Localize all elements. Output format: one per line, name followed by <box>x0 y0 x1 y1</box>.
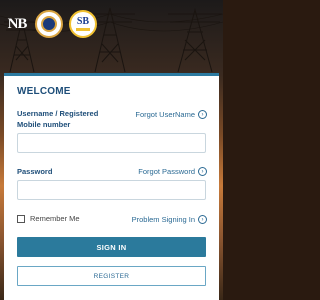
forgot-username-link[interactable]: Forgot UserName › <box>135 110 207 119</box>
problem-signing-in-link[interactable]: Problem Signing In › <box>132 215 207 224</box>
remember-me-label: Remember Me <box>30 214 80 223</box>
password-label: Password <box>17 167 53 176</box>
arrow-circle-icon: › <box>198 167 207 176</box>
welcome-heading: WELCOME <box>17 86 71 97</box>
remember-me-checkbox[interactable] <box>17 214 25 223</box>
forgot-username-text: Forgot UserName <box>135 110 195 119</box>
arrow-circle-icon: › <box>198 110 207 119</box>
nb-logo-text: NB <box>7 15 28 32</box>
sb-logo: SB <box>69 10 97 38</box>
emblem-icon <box>41 16 57 32</box>
username-input[interactable] <box>17 133 206 153</box>
login-card: WELCOME Username / Registered Mobile num… <box>4 73 219 300</box>
sb-logo-bar <box>76 28 90 31</box>
sign-in-button[interactable]: SIGN IN <box>17 237 206 257</box>
forgot-password-link[interactable]: Forgot Password › <box>138 167 207 176</box>
register-button[interactable]: REGISTER <box>17 266 206 286</box>
arrow-circle-icon: › <box>198 215 207 224</box>
sb-logo-text: SB <box>76 16 90 27</box>
logo-strip: NB SB <box>5 10 97 38</box>
problem-signing-in-text: Problem Signing In <box>131 215 195 224</box>
emblem-logo <box>35 10 63 38</box>
username-label: Username / Registered Mobile number <box>17 109 99 129</box>
forgot-password-text: Forgot Password <box>138 167 195 176</box>
password-input[interactable] <box>17 180 206 200</box>
remember-me[interactable]: Remember Me <box>17 214 80 223</box>
nb-logo: NB <box>5 10 29 38</box>
